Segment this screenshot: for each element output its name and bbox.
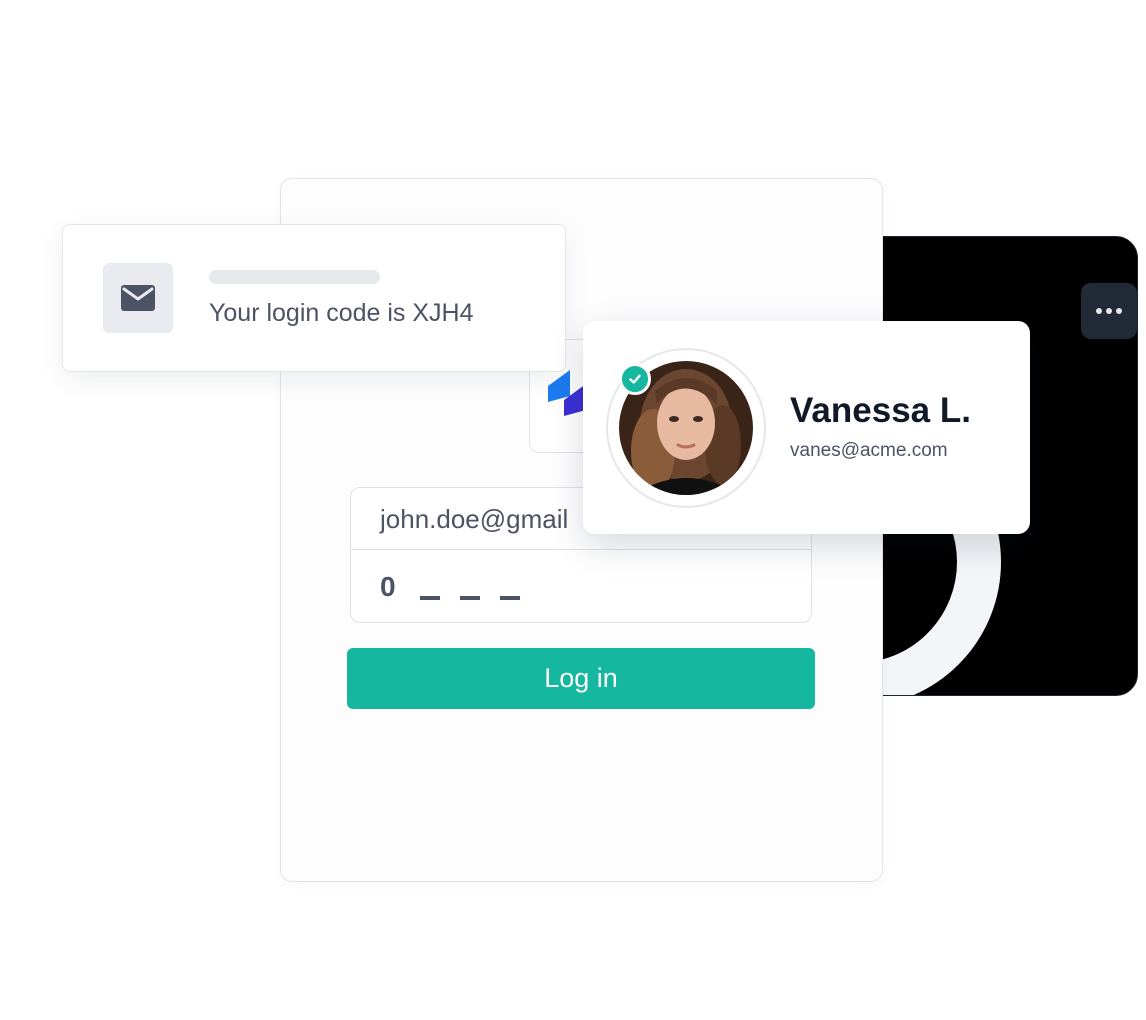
skeleton-line xyxy=(209,270,380,284)
profile-email: vanes@acme.com xyxy=(790,440,948,461)
ellipsis-icon xyxy=(1096,308,1102,314)
mail-tile xyxy=(103,263,173,333)
more-options-button[interactable] xyxy=(1081,283,1137,339)
code-field[interactable]: 0 xyxy=(351,551,811,622)
avatar-ring xyxy=(606,348,766,508)
code-slot-placeholder xyxy=(460,595,480,600)
login-button[interactable]: Log in xyxy=(347,648,815,709)
verified-badge xyxy=(619,363,651,395)
code-slot-placeholder xyxy=(420,595,440,600)
notification-message: Your login code is XJH4 xyxy=(209,299,474,327)
ellipsis-icon xyxy=(1106,308,1112,314)
ellipsis-icon xyxy=(1116,308,1122,314)
envelope-icon xyxy=(121,285,155,311)
profile-card: Vanessa L. vanes@acme.com xyxy=(583,321,1030,534)
email-value: john.doe@gmail xyxy=(380,504,569,534)
code-slot-placeholder xyxy=(500,595,520,600)
code-digit: 0 xyxy=(380,570,396,602)
profile-name: Vanessa L. xyxy=(790,391,971,430)
notification-card: Your login code is XJH4 xyxy=(62,224,566,372)
check-icon xyxy=(629,374,641,384)
